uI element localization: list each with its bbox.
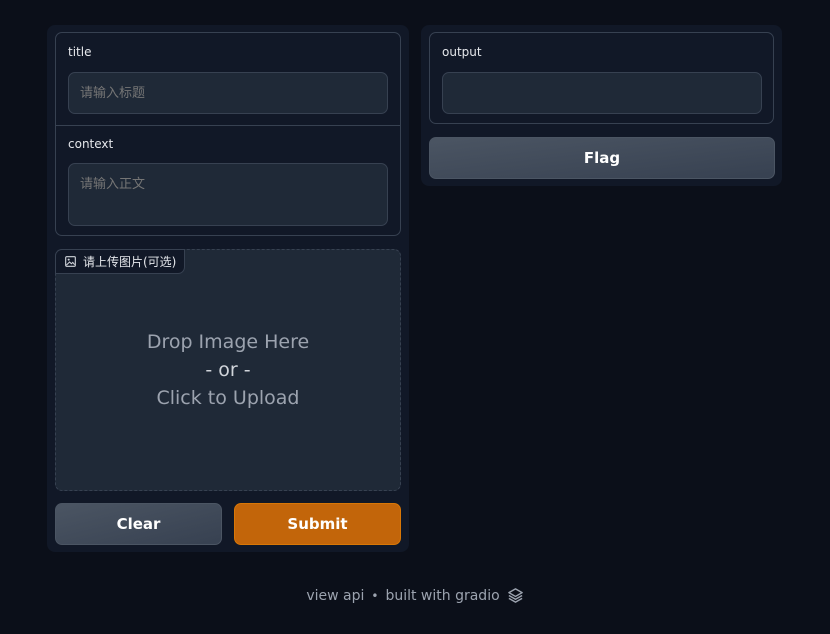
context-label: context	[68, 137, 114, 151]
image-icon	[65, 256, 76, 267]
image-upload-dropzone[interactable]: 请上传图片(可选) Drop Image Here - or - Click t…	[55, 249, 401, 491]
drop-image-text: Drop Image Here	[146, 331, 310, 353]
drop-instructions: Drop Image Here - or - Click to Upload	[56, 328, 400, 412]
view-api-link[interactable]: view api	[306, 588, 364, 604]
text-inputs-form: title context	[55, 32, 401, 236]
output-label: output	[442, 45, 482, 59]
gradio-logo-icon	[507, 588, 523, 603]
output-form: output	[429, 32, 774, 124]
clear-button[interactable]: Clear	[55, 503, 222, 545]
output-textbox[interactable]	[442, 72, 762, 114]
image-upload-label: 请上传图片(可选)	[55, 249, 186, 274]
click-to-upload-text: Click to Upload	[156, 387, 300, 409]
flag-button[interactable]: Flag	[429, 137, 775, 179]
image-upload-label-text: 请上传图片(可选)	[83, 255, 177, 269]
form-divider	[56, 125, 400, 126]
built-with-gradio-link[interactable]: built with gradio	[385, 588, 499, 604]
drop-or-text: - or -	[205, 359, 251, 381]
submit-button[interactable]: Submit	[234, 503, 401, 545]
input-panel: title context 请上传图片(可选) Drop Image Here …	[47, 25, 409, 552]
output-panel: output Flag	[421, 25, 782, 186]
title-label: title	[68, 45, 92, 59]
title-input[interactable]	[68, 72, 388, 114]
footer: view api • built with gradio	[0, 587, 830, 604]
context-textarea[interactable]	[68, 163, 388, 226]
footer-separator: •	[371, 588, 379, 603]
